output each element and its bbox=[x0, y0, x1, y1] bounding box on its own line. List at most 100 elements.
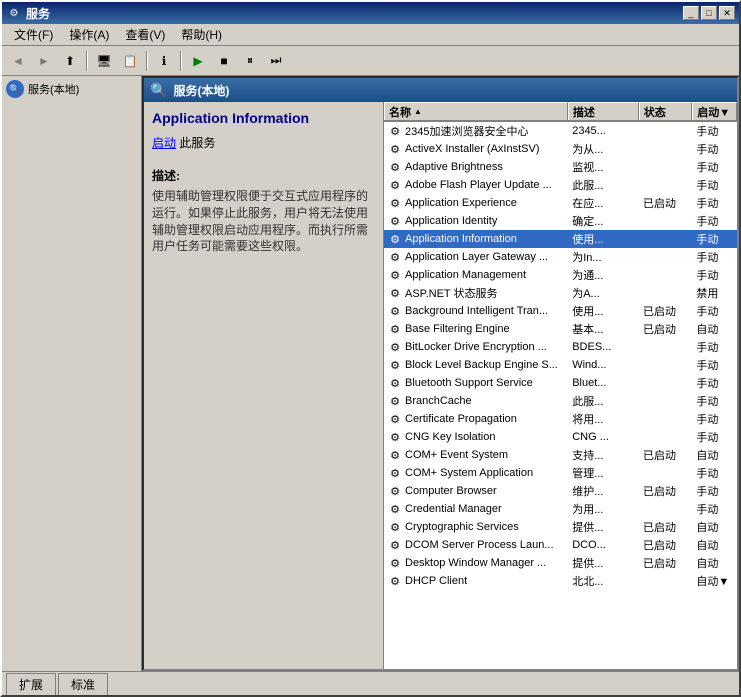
column-name[interactable]: 名称 ▲ bbox=[384, 102, 568, 120]
service-icon: ⚙ bbox=[388, 520, 402, 534]
service-icon: ⚙ bbox=[388, 538, 402, 552]
service-icon: ⚙ bbox=[388, 502, 402, 516]
table-row[interactable]: ⚙Application Layer Gateway ...为In...手动 bbox=[384, 248, 737, 266]
up-button[interactable]: ⬆ bbox=[58, 49, 82, 73]
service-icon: ⚙ bbox=[388, 412, 402, 426]
status-tabs: 扩展 标准 bbox=[6, 672, 110, 695]
table-row[interactable]: ⚙ActiveX Installer (AxInstSV)为从...手动 bbox=[384, 140, 737, 158]
stop-button[interactable]: ■ bbox=[212, 49, 236, 73]
content-area: Application Information 启动 此服务 描述: 使用辅助管… bbox=[144, 102, 737, 669]
table-row[interactable]: ⚙Credential Manager为用...手动 bbox=[384, 500, 737, 518]
menu-bar: 文件(F) 操作(A) 查看(V) 帮助(H) bbox=[2, 24, 739, 46]
maximize-button[interactable]: □ bbox=[701, 6, 717, 20]
computer-button[interactable]: 🖥 bbox=[92, 49, 116, 73]
column-status[interactable]: 状态 bbox=[639, 102, 692, 120]
table-row[interactable]: ⚙BitLocker Drive Encryption ...BDES...手动 bbox=[384, 338, 737, 356]
forward-button[interactable]: ► bbox=[32, 49, 56, 73]
table-row[interactable]: ⚙Application Experience在应...已启动手动 bbox=[384, 194, 737, 212]
table-row[interactable]: ⚙Certificate Propagation将用...手动 bbox=[384, 410, 737, 428]
toolbar-separator-1 bbox=[86, 51, 88, 71]
panel-search-icon: 🔍 bbox=[150, 82, 167, 99]
table-row[interactable]: ⚙Block Level Backup Engine S...Wind...手动 bbox=[384, 356, 737, 374]
service-icon: ⚙ bbox=[388, 160, 402, 174]
table-row[interactable]: ⚙Adobe Flash Player Update ...此服...手动 bbox=[384, 176, 737, 194]
title-bar-buttons: _ □ ✕ bbox=[683, 6, 735, 20]
main-window: ⚙ 服务 _ □ ✕ 文件(F) 操作(A) 查看(V) 帮助(H) ◄ ► ⬆… bbox=[0, 0, 741, 697]
title-bar-left: ⚙ 服务 bbox=[6, 5, 50, 22]
toolbar: ◄ ► ⬆ 🖥 📋 ℹ ▶ ■ ⏸ ⏭ bbox=[2, 46, 739, 76]
column-startup[interactable]: 启动▼ bbox=[692, 102, 737, 120]
status-bar: 扩展 标准 bbox=[2, 671, 739, 695]
start-service-link[interactable]: 启动 bbox=[152, 134, 176, 151]
table-row[interactable]: ⚙DHCP Client北北...自动▼ bbox=[384, 572, 737, 590]
table-row[interactable]: ⚙Bluetooth Support ServiceBluet...手动 bbox=[384, 374, 737, 392]
service-icon: ⚙ bbox=[388, 232, 402, 246]
service-icon: ⚙ bbox=[388, 394, 402, 408]
pause-button[interactable]: ⏸ bbox=[238, 49, 262, 73]
service-icon: ⚙ bbox=[388, 448, 402, 462]
service-icon: ⚙ bbox=[388, 358, 402, 372]
table-row[interactable]: ⚙Application Identity确定...手动 bbox=[384, 212, 737, 230]
tab-standard[interactable]: 标准 bbox=[58, 673, 108, 695]
back-button[interactable]: ◄ bbox=[6, 49, 30, 73]
menu-action[interactable]: 操作(A) bbox=[61, 24, 117, 45]
table-row[interactable]: ⚙BranchCache此服...手动 bbox=[384, 392, 737, 410]
info-panel: Application Information 启动 此服务 描述: 使用辅助管… bbox=[144, 102, 384, 669]
service-icon: ⚙ bbox=[388, 484, 402, 498]
table-row[interactable]: ⚙Adaptive Brightness监视...手动 bbox=[384, 158, 737, 176]
table-row[interactable]: ⚙Computer Browser维护...已启动手动 bbox=[384, 482, 737, 500]
link-suffix: 此服务 bbox=[179, 136, 215, 150]
table-row[interactable]: ⚙Cryptographic Services提供...已启动自动 bbox=[384, 518, 737, 536]
column-desc[interactable]: 描述 bbox=[568, 102, 639, 120]
service-icon: ⚙ bbox=[388, 196, 402, 210]
service-icon: ⚙ bbox=[388, 466, 402, 480]
service-icon: ⚙ bbox=[388, 178, 402, 192]
description-label: 描述: bbox=[152, 167, 375, 184]
list-header: 名称 ▲ 描述 状态 启动▼ bbox=[384, 102, 737, 122]
services-list-body[interactable]: ⚙2345加速浏览器安全中心2345...手动⚙ActiveX Installe… bbox=[384, 122, 737, 669]
table-row[interactable]: ⚙Application Management为通...手动 bbox=[384, 266, 737, 284]
service-icon: ⚙ bbox=[388, 124, 402, 138]
table-row[interactable]: ⚙Base Filtering Engine基本...已启动自动 bbox=[384, 320, 737, 338]
app-icon: ⚙ bbox=[6, 5, 22, 21]
panel-title: 服务(本地) bbox=[173, 82, 229, 99]
list-button[interactable]: 📋 bbox=[118, 49, 142, 73]
service-icon: ⚙ bbox=[388, 304, 402, 318]
window-title: 服务 bbox=[26, 5, 50, 22]
resume-button[interactable]: ⏭ bbox=[264, 49, 288, 73]
minimize-button[interactable]: _ bbox=[683, 6, 699, 20]
service-icon: ⚙ bbox=[388, 214, 402, 228]
menu-view[interactable]: 查看(V) bbox=[117, 24, 173, 45]
info-title: Application Information bbox=[152, 110, 375, 126]
sort-arrow-name: ▲ bbox=[414, 107, 422, 116]
service-icon: ⚙ bbox=[388, 268, 402, 282]
panel-header: 🔍 服务(本地) bbox=[144, 78, 737, 102]
table-row[interactable]: ⚙2345加速浏览器安全中心2345...手动 bbox=[384, 122, 737, 140]
main-content: 🔍 服务(本地) 🔍 服务(本地) Application Informatio… bbox=[2, 76, 739, 671]
table-row[interactable]: ⚙COM+ Event System支持...已启动自动 bbox=[384, 446, 737, 464]
service-link-container: 启动 此服务 bbox=[152, 134, 375, 159]
table-row[interactable]: ⚙Background Intelligent Tran...使用...已启动手… bbox=[384, 302, 737, 320]
service-icon: ⚙ bbox=[388, 376, 402, 390]
table-row[interactable]: ⚙COM+ System Application管理...手动 bbox=[384, 464, 737, 482]
menu-file[interactable]: 文件(F) bbox=[6, 24, 61, 45]
table-row[interactable]: ⚙DCOM Server Process Laun...DCO...已启动自动 bbox=[384, 536, 737, 554]
info-button[interactable]: ℹ bbox=[152, 49, 176, 73]
table-row[interactable]: ⚙ASP.NET 状态服务为A...禁用 bbox=[384, 284, 737, 302]
menu-help[interactable]: 帮助(H) bbox=[173, 24, 230, 45]
close-button[interactable]: ✕ bbox=[719, 6, 735, 20]
service-icon: ⚙ bbox=[388, 574, 402, 588]
tab-expand[interactable]: 扩展 bbox=[6, 673, 56, 695]
right-area: 🔍 服务(本地) Application Information 启动 此服务 … bbox=[142, 76, 739, 671]
left-panel-title: 服务(本地) bbox=[28, 81, 79, 97]
table-row[interactable]: ⚙CNG Key IsolationCNG ...手动 bbox=[384, 428, 737, 446]
service-icon: ⚙ bbox=[388, 250, 402, 264]
left-panel-header: 🔍 服务(本地) bbox=[6, 80, 137, 98]
service-icon: ⚙ bbox=[388, 340, 402, 354]
services-list: 名称 ▲ 描述 状态 启动▼ bbox=[384, 102, 737, 669]
table-row[interactable]: ⚙Desktop Window Manager ...提供...已启动自动 bbox=[384, 554, 737, 572]
service-icon: ⚙ bbox=[388, 430, 402, 444]
play-button[interactable]: ▶ bbox=[186, 49, 210, 73]
table-row[interactable]: ⚙Application Information使用...手动 bbox=[384, 230, 737, 248]
service-icon: ⚙ bbox=[388, 286, 402, 300]
